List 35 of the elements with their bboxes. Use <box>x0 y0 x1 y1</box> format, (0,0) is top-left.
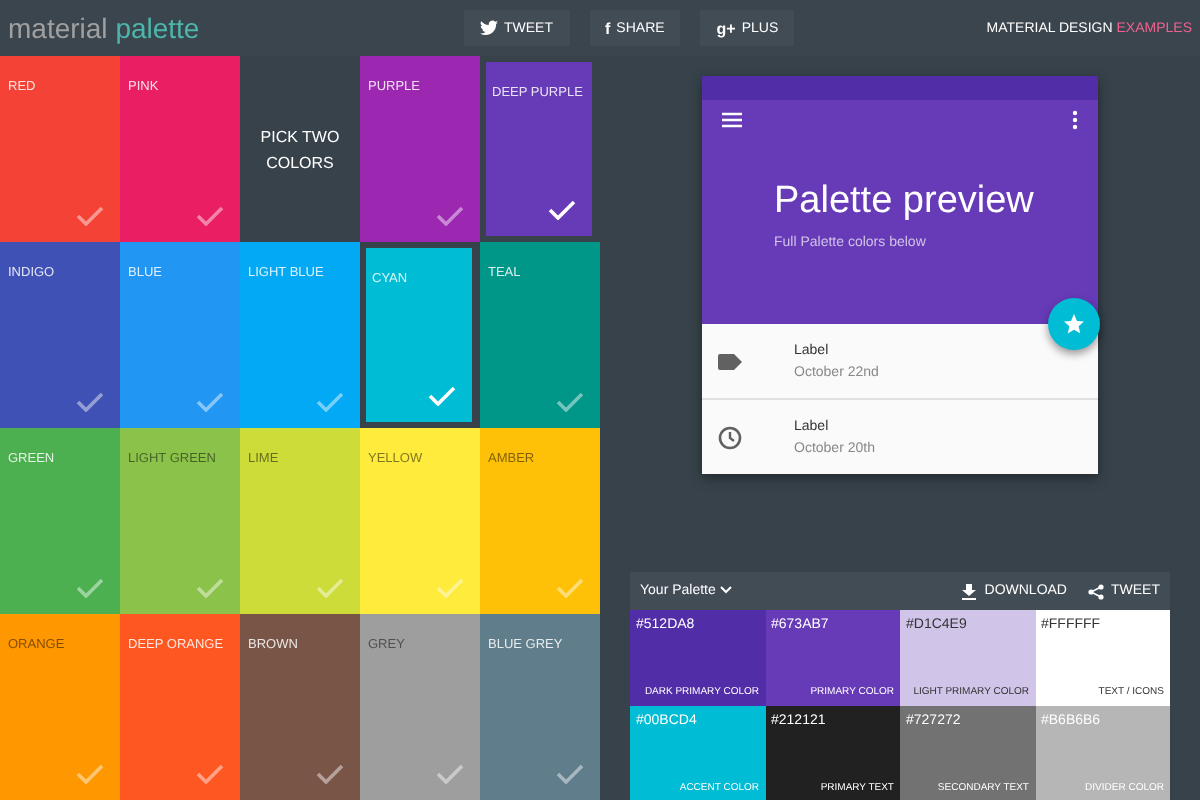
share-icon <box>1087 583 1103 599</box>
g-plus-icon: g+ <box>716 19 736 37</box>
check-icon <box>196 206 224 226</box>
star-icon <box>1062 312 1086 336</box>
check-icon <box>556 578 584 598</box>
check-icon <box>316 392 344 412</box>
f-icon: f <box>605 19 611 37</box>
check-icon <box>428 386 456 406</box>
check-icon <box>76 764 104 784</box>
chevron-down-icon <box>719 586 732 594</box>
check-icon <box>436 764 464 784</box>
check-icon <box>76 206 104 226</box>
check-icon <box>316 578 344 598</box>
logo-text: material <box>8 12 108 44</box>
check-icon <box>556 764 584 784</box>
check-icon <box>436 578 464 598</box>
check-icon <box>556 392 584 412</box>
bird-icon <box>480 20 498 36</box>
check-icon <box>196 578 224 598</box>
pick-prompt: PICK TWO COLORS <box>258 125 342 175</box>
download-icon <box>962 583 977 599</box>
check-icon <box>76 578 104 598</box>
check-icon <box>196 392 224 412</box>
clock-icon <box>718 425 742 449</box>
check-icon <box>76 392 104 412</box>
menu-icon[interactable] <box>722 112 742 128</box>
check-icon <box>316 764 344 784</box>
label-icon <box>718 353 742 369</box>
check-icon <box>196 764 224 784</box>
more-icon[interactable] <box>1072 110 1078 130</box>
check-icon <box>436 206 464 226</box>
logo-text-accent: palette <box>115 12 200 44</box>
star-fab[interactable] <box>1048 298 1100 350</box>
preview-title: Palette preview <box>774 180 1036 224</box>
check-icon <box>548 200 576 220</box>
